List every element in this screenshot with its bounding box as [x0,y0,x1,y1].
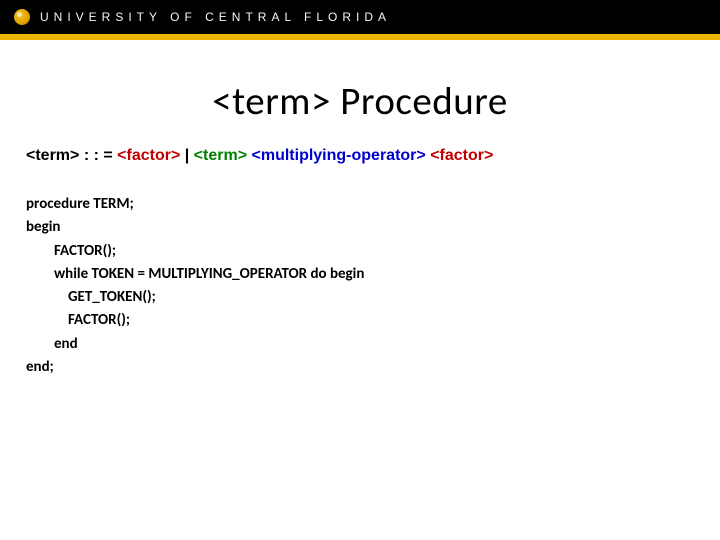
code-line: end; [26,356,720,379]
code-line: while TOKEN = MULTIPLYING_OPERATOR do be… [26,263,720,286]
grammar-produces: : : = [79,147,117,164]
university-name: UNIVERSITY OF CENTRAL FLORIDA [40,10,391,24]
grammar-factor-2: <factor> [430,147,493,164]
code-line: FACTOR(); [26,309,720,332]
slide: UNIVERSITY OF CENTRAL FLORIDA <term> Pro… [0,0,720,540]
code-line: GET_TOKEN(); [26,286,720,309]
grammar-term-lhs: <term> [26,147,79,164]
grammar-multop: <multiplying-operator> [252,147,426,164]
code-line: begin [26,216,720,239]
grammar-rule: <term> : : = <factor> | <term> <multiply… [26,147,720,165]
grammar-pipe: | [180,147,193,164]
code-line: procedure TERM; [26,193,720,216]
code-line: end [26,333,720,356]
pseudocode-block: procedure TERM; begin FACTOR(); while TO… [26,193,720,379]
code-line: FACTOR(); [26,240,720,263]
ucf-logo-icon [14,9,30,25]
grammar-term-rhs: <term> [194,147,247,164]
grammar-factor-1: <factor> [117,147,180,164]
slide-title: <term> Procedure [0,78,720,125]
gold-divider [0,34,720,40]
header-bar: UNIVERSITY OF CENTRAL FLORIDA [0,0,720,34]
